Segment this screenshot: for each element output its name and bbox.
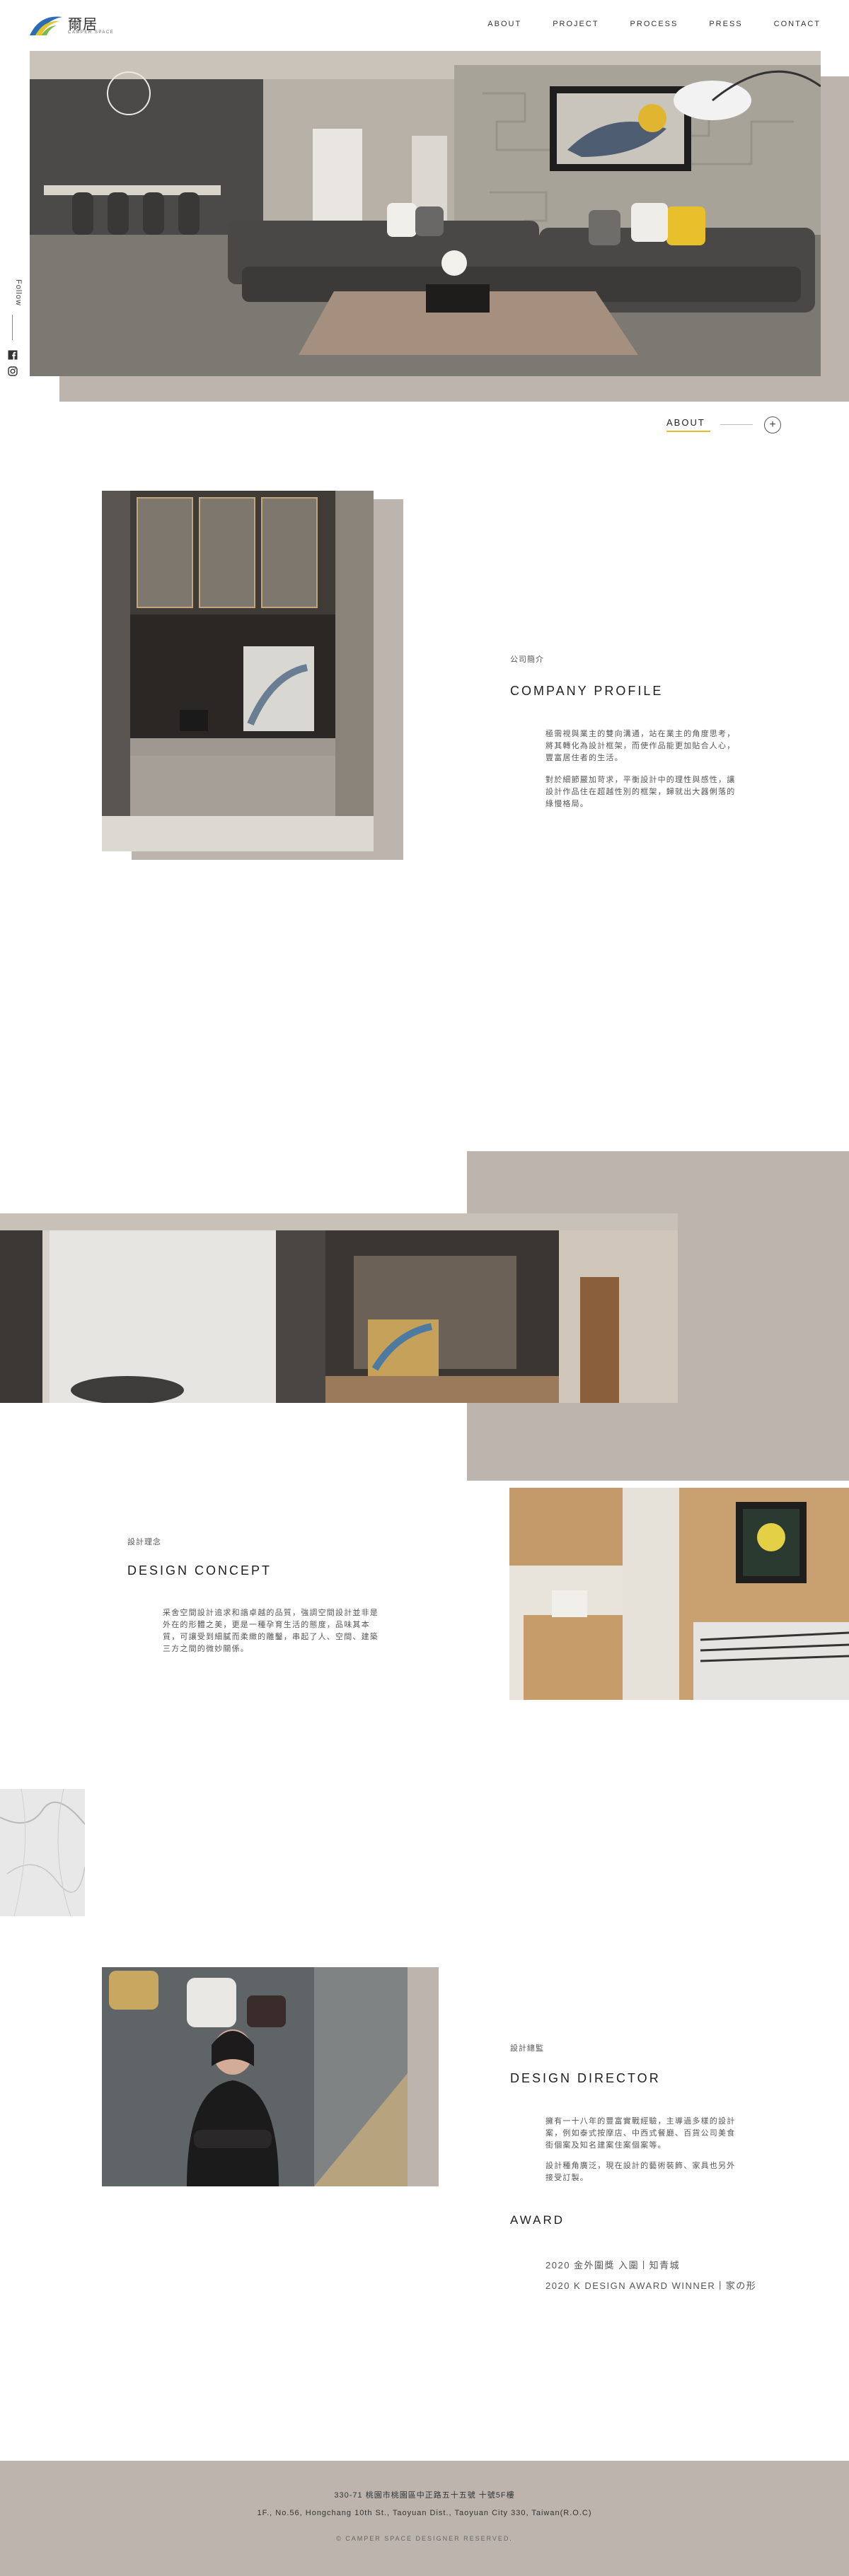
- footer-address-en: 1F., No.56, Hongchang 10th St., Taoyuan …: [257, 2509, 592, 2517]
- about-link[interactable]: ABOUT: [666, 417, 705, 428]
- footer-address-zh: 330-71 桃園市桃園區中正路五十五號 十號5F樓: [334, 2491, 515, 2500]
- concept-image-living-room: [0, 1213, 678, 1403]
- about-divider: [720, 424, 753, 425]
- facebook-icon[interactable]: [8, 350, 18, 360]
- follow-divider: [12, 315, 13, 340]
- concept-paragraph: 采舍空間設計追求和諧卓越的品質，強調空間設計並非是外在的形體之美，更是一種孕育生…: [163, 1609, 379, 1653]
- nav-contact[interactable]: CONTACT: [774, 20, 821, 28]
- concept-label: 設計理念: [127, 1538, 161, 1546]
- director-paragraph-2: 設計種角廣泛，現在設計的藝術裝飾、家具也另外接受訂製。: [545, 2162, 736, 2182]
- follow-label: Follow: [14, 279, 23, 306]
- profile-title: COMPANY PROFILE: [510, 684, 664, 698]
- award-item-2: 2020 K DESIGN AWARD WINNER丨家の形: [545, 2280, 757, 2291]
- nav-process[interactable]: PROCESS: [630, 20, 678, 28]
- plus-icon[interactable]: +: [764, 416, 781, 433]
- nav-about[interactable]: ABOUT: [487, 20, 521, 28]
- brand-tagline: CAMPER SPACE: [68, 30, 115, 35]
- award-title: AWARD: [510, 2213, 565, 2227]
- about-accent-underline: [666, 431, 710, 432]
- footer: 330-71 桃園市桃園區中正路五十五號 十號5F樓 1F., No.56, H…: [0, 2461, 849, 2576]
- concept-image-bedroom: [509, 1488, 849, 1700]
- nav-press[interactable]: PRESS: [709, 20, 742, 28]
- nav-project[interactable]: PROJECT: [553, 20, 599, 28]
- main-nav: ABOUT PROJECT PROCESS PRESS CONTACT: [487, 20, 821, 28]
- profile-label: 公司簡介: [510, 655, 544, 664]
- director-title: DESIGN DIRECTOR: [510, 2071, 661, 2085]
- marble-texture: [0, 1789, 85, 1916]
- concept-title: DESIGN CONCEPT: [127, 1563, 272, 1578]
- logo-mark-icon: [30, 16, 62, 35]
- profile-image: [102, 491, 374, 851]
- profile-paragraph-1: 極需視與業主的雙向溝通，站在業主的角度思考，將其轉化為設計框架，而使作品能更加貼…: [545, 730, 736, 762]
- logo[interactable]: 爾居 CAMPER SPACE: [28, 13, 113, 38]
- footer-copyright: © CAMPER SPACE DESIGNER RESERVED.: [336, 2535, 513, 2542]
- award-item-1: 2020 金外圍獎 入圍丨知青城: [545, 2260, 681, 2271]
- director-paragraph-1: 擁有一十八年的豐富實戰經驗，主導過多樣的設計案，例如泰式按摩店、中西式餐廳、百貨…: [545, 2117, 736, 2150]
- hero-image: [30, 51, 821, 376]
- instagram-icon[interactable]: [8, 366, 18, 376]
- director-label: 設計總監: [510, 2044, 544, 2053]
- profile-paragraph-2: 對於細節嚴加苛求，平衡設計中的理性與感性，讓設計作品住在超越性別的框架，歸就出大…: [545, 776, 736, 808]
- director-photo: [102, 1967, 408, 2186]
